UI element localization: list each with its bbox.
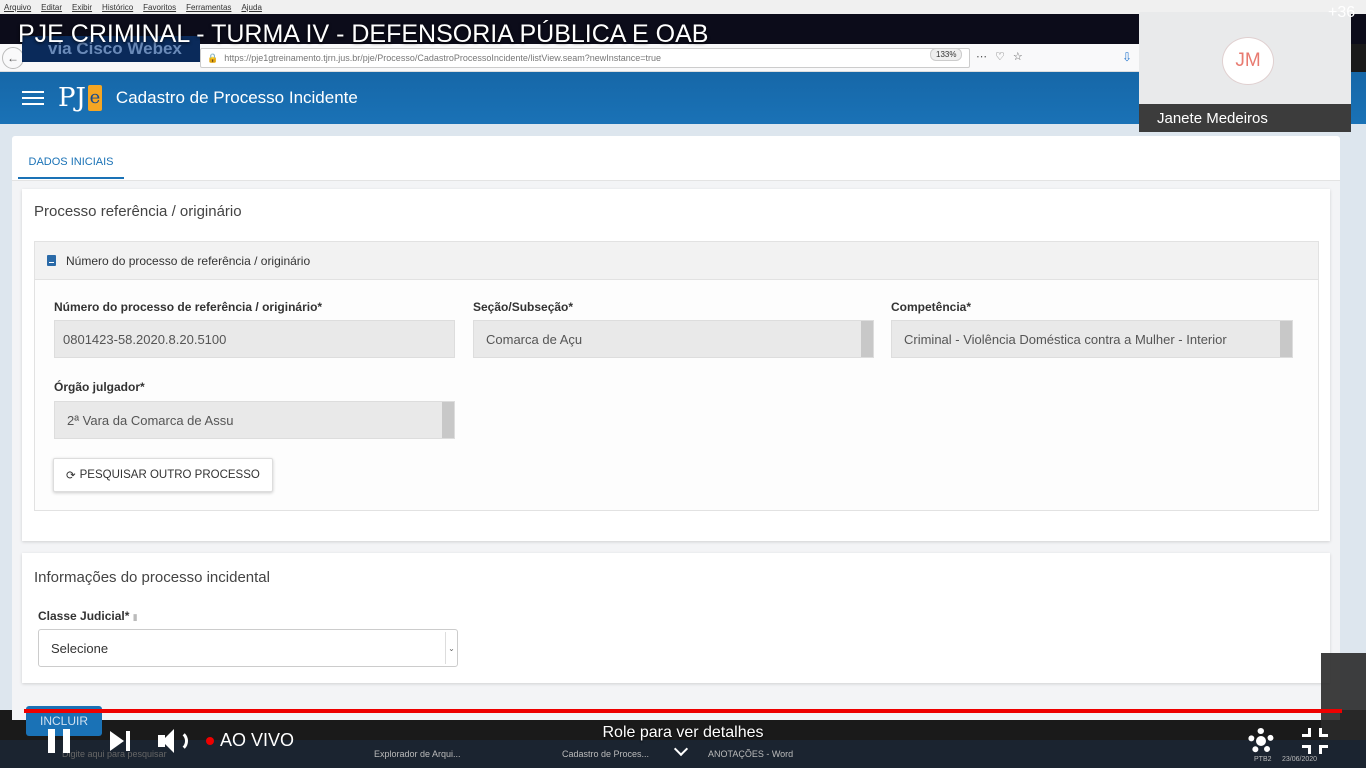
competencia-select[interactable]: Criminal - Violência Doméstica contra a …	[891, 320, 1293, 358]
section-title-referencia: Processo referência / originário	[34, 203, 242, 220]
live-progress-bar[interactable]	[24, 709, 1342, 713]
menu-ferramentas[interactable]: Ferramentas	[186, 3, 231, 12]
book-icon	[47, 255, 56, 266]
bookmark-star-icon[interactable]: ☆	[1013, 50, 1023, 63]
address-bar[interactable]: 🔒 https://pje1gtreinamento.tjrn.jus.br/p…	[200, 48, 970, 68]
video-title: PJE CRIMINAL - TURMA IV - DEFENSORIA PÚB…	[18, 20, 709, 48]
hamburger-menu-icon[interactable]	[22, 91, 44, 105]
participant-name: Janete Medeiros	[1139, 104, 1351, 132]
zoom-level[interactable]: 133%	[930, 48, 963, 61]
numero-processo-subsection: Número do processo de referência / origi…	[34, 241, 1319, 511]
competencia-label: Competência*	[891, 300, 972, 314]
extra-count: +36	[1328, 4, 1356, 21]
subsection-title: Número do processo de referência / origi…	[66, 253, 311, 268]
orgao-select[interactable]: 2ª Vara da Comarca de Assu	[54, 401, 455, 439]
pause-icon[interactable]	[48, 729, 70, 753]
secao-select[interactable]: Comarca de Açu	[473, 320, 874, 358]
lock-icon: 🔒	[207, 52, 219, 63]
pesquisar-label: PESQUISAR OUTRO PROCESSO	[79, 469, 260, 481]
taskbar-date: 23/06/2020	[1282, 756, 1318, 763]
classe-value: Selecione	[51, 640, 109, 656]
logo-e: e	[87, 85, 102, 111]
scroll-hint: Role para ver detalhes	[602, 724, 764, 741]
taskbar-explorer[interactable]: Explorador de Arqui...	[356, 744, 461, 764]
secao-dropdown-handle[interactable]	[861, 321, 873, 357]
taskbar-search[interactable]: Digite aqui para pesquisar	[40, 744, 250, 764]
subsection-header: Número do processo de referência / origi…	[35, 242, 1318, 280]
main-panel: DADOS INICIAIS Processo referência / ori…	[12, 136, 1340, 720]
live-dot	[206, 737, 214, 745]
back-arrow-icon[interactable]: ←	[2, 46, 24, 69]
classe-label: Classe Judicial* ▮	[38, 609, 138, 623]
more-icon[interactable]: ⋯	[976, 50, 987, 63]
avatar: JM	[1222, 37, 1274, 85]
numero-label: Número do processo de referência / origi…	[54, 300, 323, 314]
competencia-value: Criminal - Violência Doméstica contra a …	[904, 331, 1227, 347]
secao-value: Comarca de Açu	[486, 331, 583, 347]
page-title: Cadastro de Processo Incidente	[115, 88, 358, 107]
tab-content: Processo referência / originário Número …	[12, 180, 1340, 720]
pje-logo: PJ e	[58, 83, 102, 113]
classe-label-text: Classe Judicial*	[38, 609, 130, 623]
settings-gear-icon[interactable]	[1248, 728, 1274, 754]
tab-dados-iniciais[interactable]: DADOS INICIAIS	[18, 146, 124, 179]
download-icon[interactable]: ⇩	[1122, 50, 1132, 64]
classe-judicial-select[interactable]: Selecione ⌄	[38, 629, 458, 667]
pesquisar-outro-processo-button[interactable]: ⟳ PESQUISAR OUTRO PROCESSO	[53, 458, 273, 492]
exit-fullscreen-icon[interactable]	[1302, 728, 1328, 754]
processo-referencia-section: Processo referência / originário Número …	[22, 189, 1330, 541]
menu-exibir[interactable]: Exibir	[72, 3, 92, 12]
taskbar-word[interactable]: ANOTAÇÕES - Word	[690, 744, 793, 764]
taskbar-lang: PTB2	[1254, 756, 1272, 763]
competencia-dropdown-handle[interactable]	[1280, 321, 1292, 357]
menu-favoritos[interactable]: Favoritos	[143, 3, 176, 12]
refresh-icon: ⟳	[66, 470, 76, 482]
orgao-label: Órgão julgador*	[54, 380, 145, 394]
page-body: DADOS INICIAIS Processo referência / ori…	[0, 124, 1366, 720]
menu-historico[interactable]: Histórico	[102, 3, 133, 12]
logo-text: PJ	[58, 83, 86, 113]
section-title-incidental: Informações do processo incidental	[34, 569, 270, 586]
live-label[interactable]: AO VIVO	[220, 730, 294, 751]
menu-arquivo[interactable]: Arquivo	[4, 3, 31, 12]
info-icon[interactable]: ▮	[133, 612, 138, 622]
next-icon[interactable]	[110, 731, 132, 751]
url-actions: ⋯ ♡ ☆	[976, 50, 1023, 63]
orgao-dropdown-handle[interactable]	[442, 402, 454, 438]
processo-incidental-section: Informações do processo incidental Class…	[22, 553, 1330, 683]
pocket-icon[interactable]: ♡	[995, 50, 1005, 63]
numero-field[interactable]: 0801423-58.2020.8.20.5100	[54, 320, 455, 358]
taskbar-browser[interactable]: Cadastro de Proces...	[544, 744, 649, 764]
url-text: https://pje1gtreinamento.tjrn.jus.br/pje…	[224, 53, 662, 63]
chevron-down-icon[interactable]: ⌄	[445, 632, 457, 664]
menu-editar[interactable]: Editar	[41, 3, 62, 12]
participant-video: JM Janete Medeiros	[1139, 12, 1351, 132]
menu-ajuda[interactable]: Ajuda	[241, 3, 261, 12]
orgao-value: 2ª Vara da Comarca de Assu	[67, 412, 234, 428]
secao-label: Seção/Subseção*	[473, 300, 574, 314]
